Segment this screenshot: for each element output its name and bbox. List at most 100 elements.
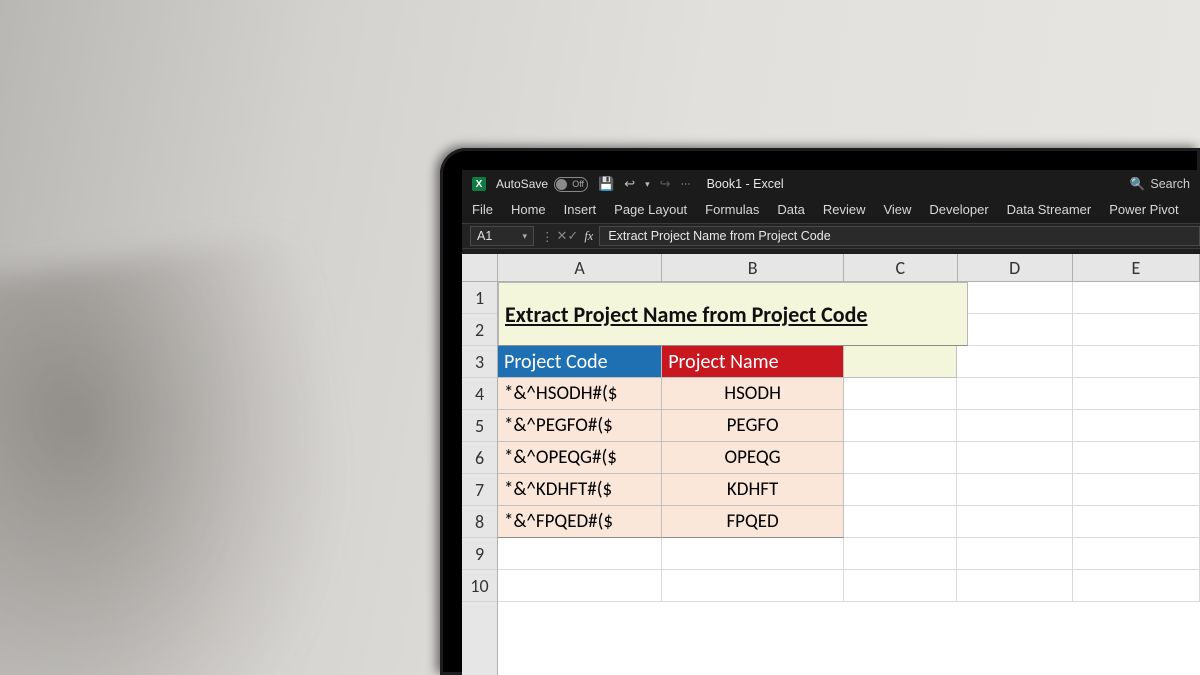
cell[interactable]: [844, 506, 957, 538]
tab-insert[interactable]: Insert: [564, 202, 597, 217]
undo-chevron-icon[interactable]: ▾: [645, 179, 650, 190]
tab-formulas[interactable]: Formulas: [705, 202, 759, 217]
undo-icon[interactable]: ↩: [624, 176, 635, 192]
col-header-a[interactable]: A: [498, 254, 662, 281]
tab-home[interactable]: Home: [511, 202, 546, 217]
col-header-b[interactable]: B: [662, 254, 844, 281]
cell[interactable]: [1073, 378, 1200, 410]
cell-name[interactable]: OPEQG: [662, 442, 844, 474]
cell[interactable]: [844, 538, 957, 570]
cell[interactable]: [662, 538, 844, 570]
col-header-d[interactable]: D: [958, 254, 1073, 281]
cell[interactable]: [1073, 282, 1200, 314]
cancel-icon[interactable]: ✕: [557, 228, 568, 244]
cell[interactable]: [1073, 314, 1200, 346]
cell-code[interactable]: *&^KDHFT#($: [498, 474, 662, 506]
tab-data-streamer[interactable]: Data Streamer: [1007, 202, 1092, 217]
row-header[interactable]: 9: [462, 538, 497, 570]
col-header-c[interactable]: C: [844, 254, 957, 281]
cell[interactable]: [844, 474, 957, 506]
worksheet-grid[interactable]: A B C D E 1 2 3 4 5 6 7 8 9 10 Extract P…: [462, 254, 1200, 675]
row-header[interactable]: 1: [462, 282, 497, 314]
search-box[interactable]: 🔍 Search: [1130, 177, 1190, 192]
cell[interactable]: [498, 570, 662, 602]
excel-app-icon: X: [472, 177, 486, 191]
title-bar: X AutoSave Off 💾 ↩ ▾ ↪ ⋯ Book1 - Excel 🔍…: [462, 170, 1200, 198]
tab-data[interactable]: Data: [777, 202, 804, 217]
cell[interactable]: [957, 474, 1072, 506]
tab-review[interactable]: Review: [823, 202, 866, 217]
cell-code[interactable]: *&^HSODH#($: [498, 378, 662, 410]
cell[interactable]: [844, 410, 957, 442]
tab-page-layout[interactable]: Page Layout: [614, 202, 687, 217]
monitor-bezel: X AutoSave Off 💾 ↩ ▾ ↪ ⋯ Book1 - Excel 🔍…: [440, 148, 1200, 675]
enter-icon[interactable]: ✓: [567, 228, 578, 244]
row-header[interactable]: 4: [462, 378, 497, 410]
cell[interactable]: [844, 378, 957, 410]
formula-bar: A1 ▾ ⋮ ✕ ✓ fx Extract Project Name from …: [462, 223, 1200, 249]
cell[interactable]: [957, 314, 1072, 346]
cell-name[interactable]: HSODH: [662, 378, 844, 410]
autosave-label: AutoSave: [496, 177, 548, 191]
name-box-value: A1: [477, 229, 492, 243]
tab-power-pivot[interactable]: Power Pivot: [1109, 202, 1178, 217]
cell-code[interactable]: *&^FPQED#($: [498, 506, 662, 538]
cell-name[interactable]: FPQED: [662, 506, 844, 538]
row-header[interactable]: 3: [462, 346, 497, 378]
row-header[interactable]: 5: [462, 410, 497, 442]
autosave-state: Off: [572, 179, 584, 189]
toggle-pill[interactable]: Off: [554, 177, 588, 192]
tab-view[interactable]: View: [883, 202, 911, 217]
autosave-toggle[interactable]: AutoSave Off: [496, 177, 588, 192]
toggle-knob: [556, 179, 567, 190]
qat-overflow-icon[interactable]: ⋯: [681, 179, 691, 190]
search-icon: 🔍: [1130, 177, 1146, 192]
cell[interactable]: [957, 538, 1072, 570]
cell-code[interactable]: *&^OPEQG#($: [498, 442, 662, 474]
document-title: Book1 - Excel: [707, 177, 784, 191]
row-headers: 1 2 3 4 5 6 7 8 9 10: [462, 282, 498, 675]
fx-icon[interactable]: fx: [578, 229, 599, 244]
cell[interactable]: [844, 570, 957, 602]
cell[interactable]: [498, 538, 662, 570]
row-header[interactable]: 10: [462, 570, 497, 602]
tab-file[interactable]: File: [472, 202, 493, 217]
cell-code[interactable]: *&^PEGFO#($: [498, 410, 662, 442]
table-header-name[interactable]: Project Name: [662, 346, 844, 378]
cell[interactable]: [1073, 506, 1200, 538]
cell[interactable]: [957, 570, 1072, 602]
cell[interactable]: [957, 282, 1072, 314]
cell[interactable]: [957, 506, 1072, 538]
save-icon[interactable]: 💾: [598, 176, 614, 192]
formula-input[interactable]: Extract Project Name from Project Code: [599, 226, 1200, 246]
table-header-code[interactable]: Project Code: [498, 346, 662, 378]
cell[interactable]: [1073, 474, 1200, 506]
cell[interactable]: [957, 442, 1072, 474]
cell[interactable]: [1073, 442, 1200, 474]
row-header[interactable]: 8: [462, 506, 497, 538]
redo-icon[interactable]: ↪: [660, 176, 671, 192]
cell[interactable]: [1073, 346, 1200, 378]
cell[interactable]: [662, 570, 844, 602]
tab-developer[interactable]: Developer: [929, 202, 988, 217]
cell[interactable]: [957, 410, 1072, 442]
cell[interactable]: [844, 442, 957, 474]
cell-name[interactable]: KDHFT: [662, 474, 844, 506]
cell-name[interactable]: PEGFO: [662, 410, 844, 442]
chevron-down-icon[interactable]: ▾: [522, 231, 527, 242]
name-box[interactable]: A1 ▾: [470, 226, 534, 246]
row-header[interactable]: 6: [462, 442, 497, 474]
cell[interactable]: [957, 346, 1072, 378]
cell[interactable]: [957, 378, 1072, 410]
cell[interactable]: [1073, 538, 1200, 570]
cells-area[interactable]: Extract Project Name from Project Code: [498, 282, 1200, 675]
col-header-e[interactable]: E: [1073, 254, 1200, 281]
cell[interactable]: [844, 346, 957, 378]
select-all-corner[interactable]: [462, 254, 498, 282]
merged-title-cell[interactable]: Extract Project Name from Project Code: [498, 282, 968, 346]
cell[interactable]: [1073, 410, 1200, 442]
cell[interactable]: [1073, 570, 1200, 602]
row-header[interactable]: 2: [462, 314, 497, 346]
row-header[interactable]: 7: [462, 474, 497, 506]
formula-bar-separator: ⋮: [538, 229, 557, 244]
